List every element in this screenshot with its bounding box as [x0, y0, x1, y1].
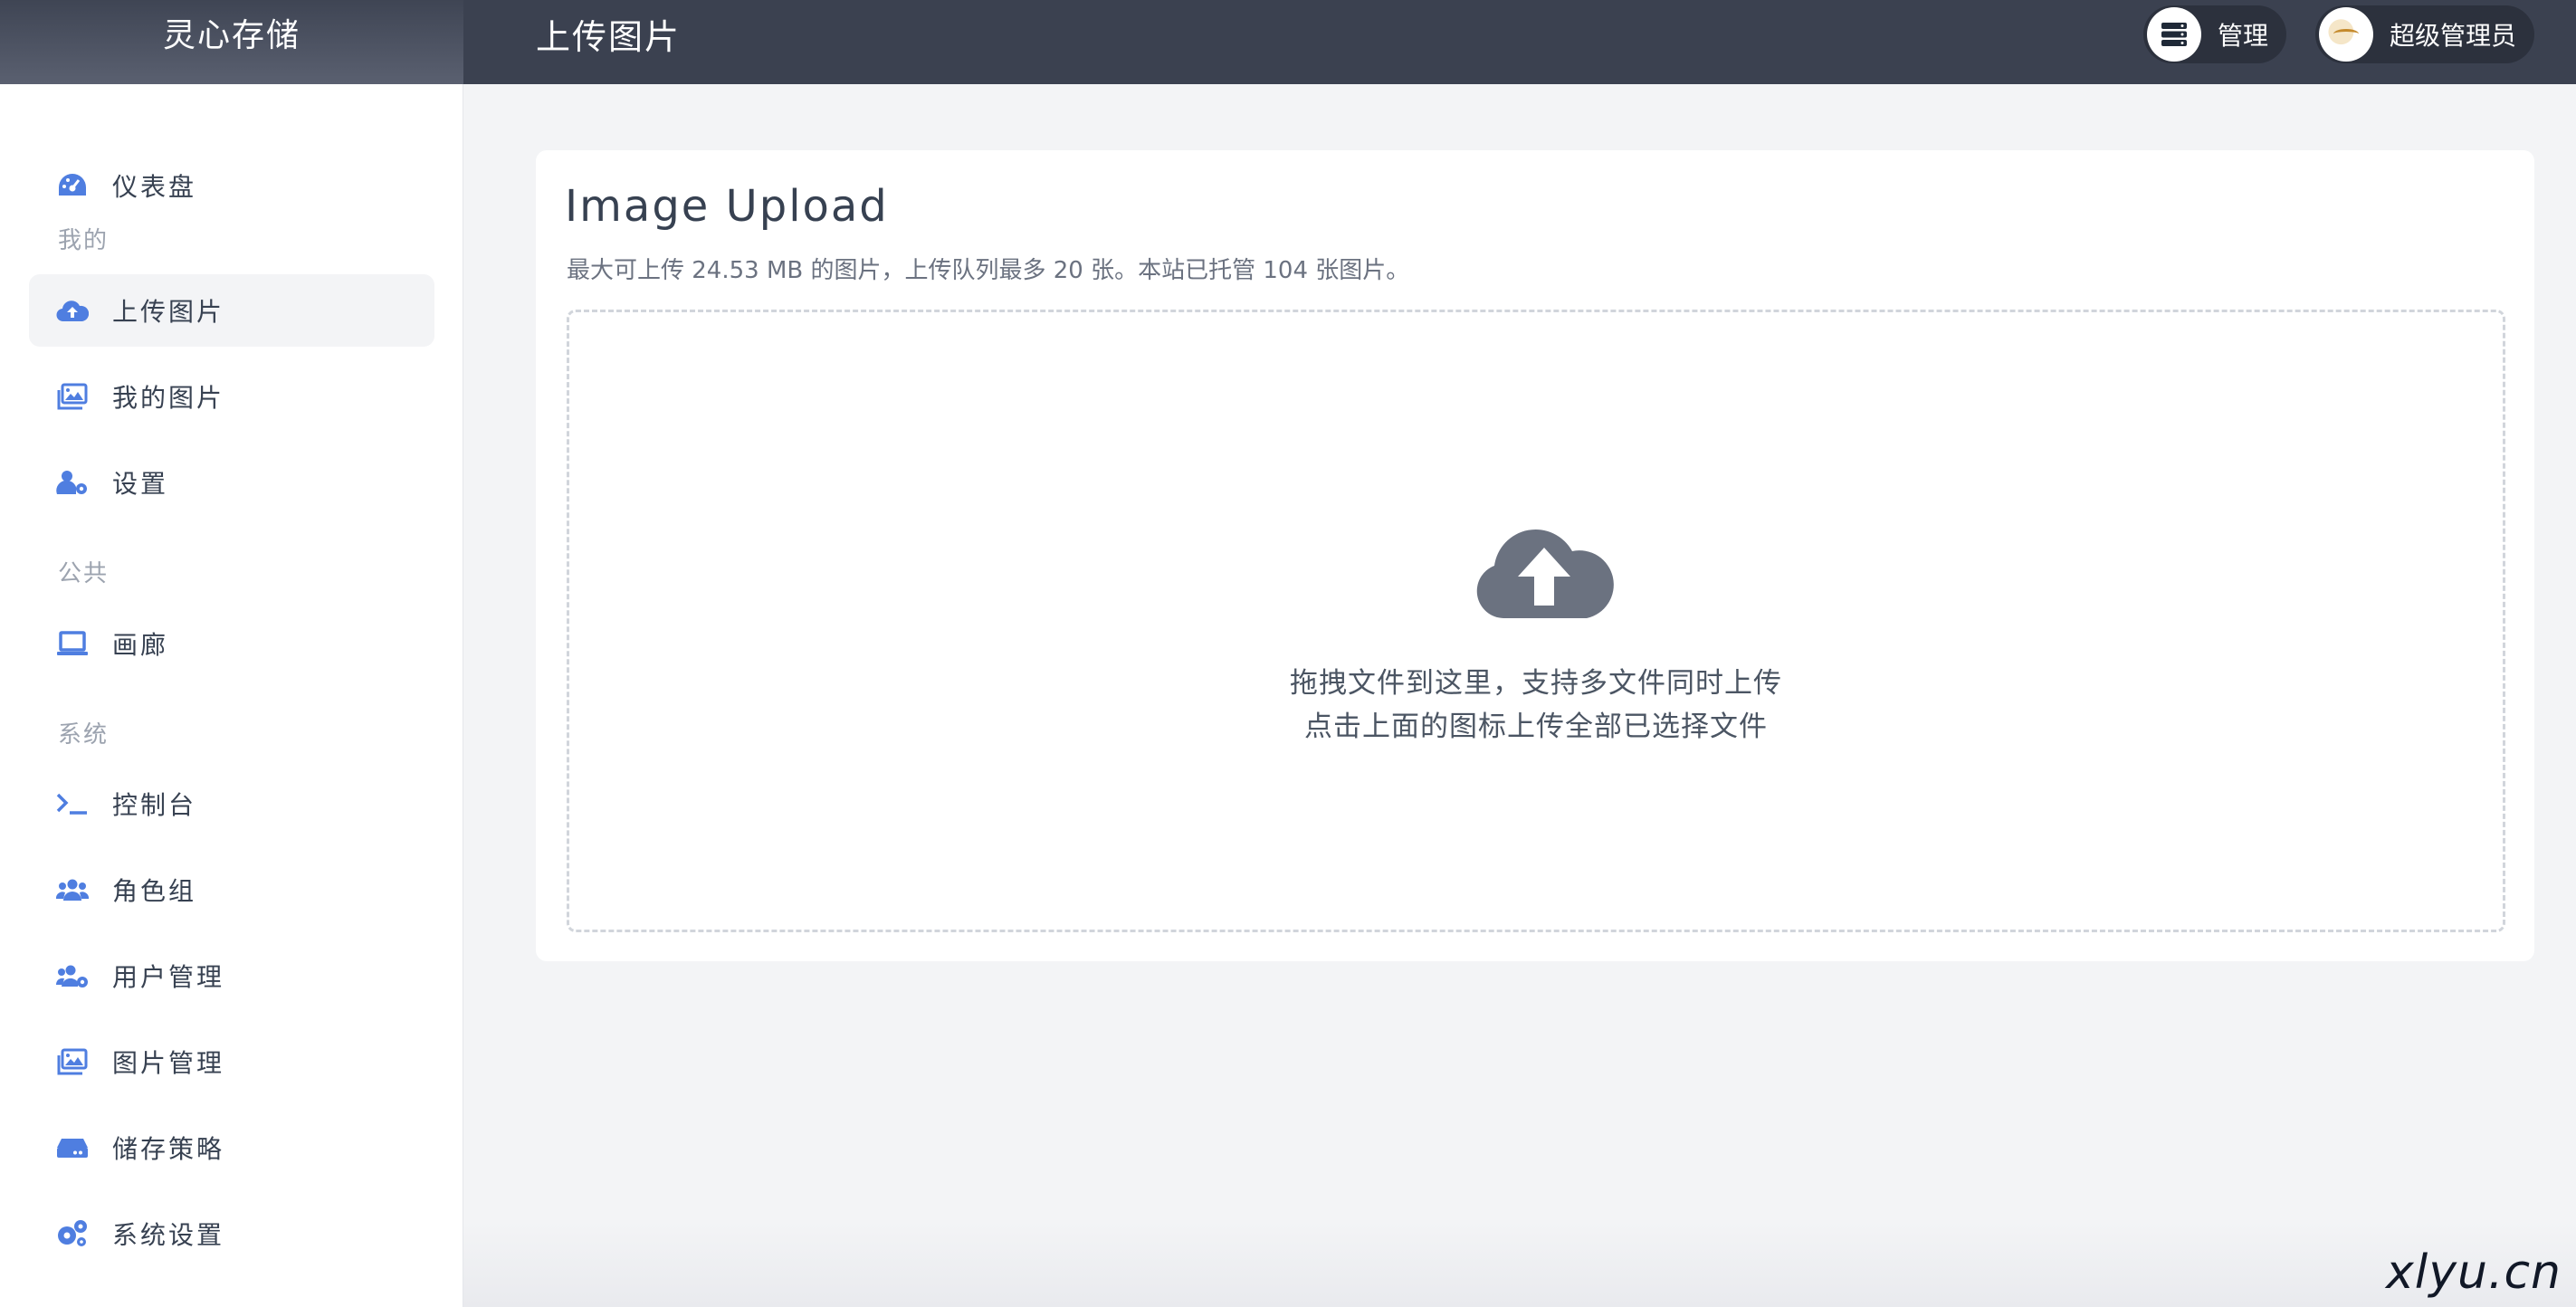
gears-icon	[56, 1217, 89, 1250]
sidebar-section-system: 系统	[58, 721, 110, 749]
user-label: 超级管理员	[2389, 21, 2516, 51]
sidebar-item-image-admin[interactable]: 图片管理	[29, 1026, 434, 1098]
sidebar-item-label: 储存策略	[112, 1134, 225, 1164]
card-title: Image Upload	[565, 181, 889, 232]
sidebar-item-label: 画廊	[112, 630, 169, 660]
app-title[interactable]: 灵心存储	[0, 0, 463, 84]
watermark: xlyu.cn	[2385, 1245, 2562, 1300]
images-icon	[56, 380, 89, 413]
sidebar-item-label: 图片管理	[112, 1048, 225, 1078]
sidebar-item-system-settings[interactable]: 系统设置	[29, 1197, 434, 1270]
dropzone-hint-line-1: 拖拽文件到这里，支持多文件同时上传	[1290, 667, 1782, 700]
users-gear-icon	[56, 959, 89, 992]
bottom-shade	[463, 1222, 2576, 1307]
sidebar-item-users[interactable]: 用户管理	[29, 940, 434, 1012]
avatar	[2318, 7, 2373, 62]
sidebar-item-label: 上传图片	[112, 297, 225, 327]
sidebar-item-storage[interactable]: 储存策略	[29, 1111, 434, 1184]
server-icon	[2146, 7, 2201, 62]
upload-dropzone[interactable]: 拖拽文件到这里，支持多文件同时上传 点击上面的图标上传全部已选择文件	[567, 310, 2505, 932]
sidebar-section-mine: 我的	[58, 227, 110, 254]
sidebar-section-public: 公共	[58, 560, 110, 587]
manage-label: 管理	[2217, 21, 2268, 51]
avatar-image	[2320, 9, 2371, 60]
upload-card: Image Upload 最大可上传 24.53 MB 的图片，上传队列最多 2…	[536, 150, 2534, 961]
dropzone-hint-line-2: 点击上面的图标上传全部已选择文件	[1304, 711, 1768, 743]
sidebar-item-label: 用户管理	[112, 962, 225, 992]
sidebar-item-label: 设置	[112, 469, 169, 499]
upload-limits-text: 最大可上传 24.53 MB 的图片，上传队列最多 20 张。本站已托管 104…	[567, 257, 1410, 284]
cloud-upload-icon	[56, 294, 89, 327]
user-gear-icon	[56, 466, 89, 499]
gauge-icon	[56, 169, 89, 202]
sidebar-item-my-images[interactable]: 我的图片	[29, 360, 434, 433]
sidebar-item-upload[interactable]: 上传图片	[29, 274, 434, 347]
terminal-icon	[56, 787, 89, 820]
sidebar-item-label: 角色组	[112, 876, 197, 906]
cloud-upload-icon[interactable]	[1474, 520, 1614, 620]
hard-drive-icon	[56, 1131, 89, 1164]
sidebar-item-gallery[interactable]: 画廊	[29, 607, 434, 680]
top-bar: 灵心存储 上传图片 管理 超级管理员	[0, 0, 2576, 84]
sidebar: 仪表盘 我的 上传图片 我的图片 设置 公共 画廊 系统 控制台 角色组 用户管…	[0, 84, 463, 1307]
header-actions: 管理 超级管理员	[2142, 5, 2534, 63]
images-icon	[56, 1045, 89, 1078]
sidebar-item-label: 控制台	[112, 790, 197, 820]
sidebar-item-settings[interactable]: 设置	[29, 446, 434, 519]
sidebar-item-console[interactable]: 控制台	[29, 768, 434, 840]
sidebar-item-label: 仪表盘	[112, 172, 197, 202]
manage-button[interactable]: 管理	[2142, 5, 2286, 63]
sidebar-item-dashboard[interactable]: 仪表盘	[29, 149, 434, 222]
sidebar-item-roles[interactable]: 角色组	[29, 854, 434, 926]
page-title: 上传图片	[536, 17, 682, 57]
user-menu-button[interactable]: 超级管理员	[2314, 5, 2534, 63]
sidebar-item-label: 我的图片	[112, 383, 225, 413]
header: 上传图片 管理 超级管理员	[463, 0, 2576, 84]
laptop-icon	[56, 627, 89, 660]
users-icon	[56, 873, 89, 906]
sidebar-item-label: 系统设置	[112, 1220, 225, 1250]
